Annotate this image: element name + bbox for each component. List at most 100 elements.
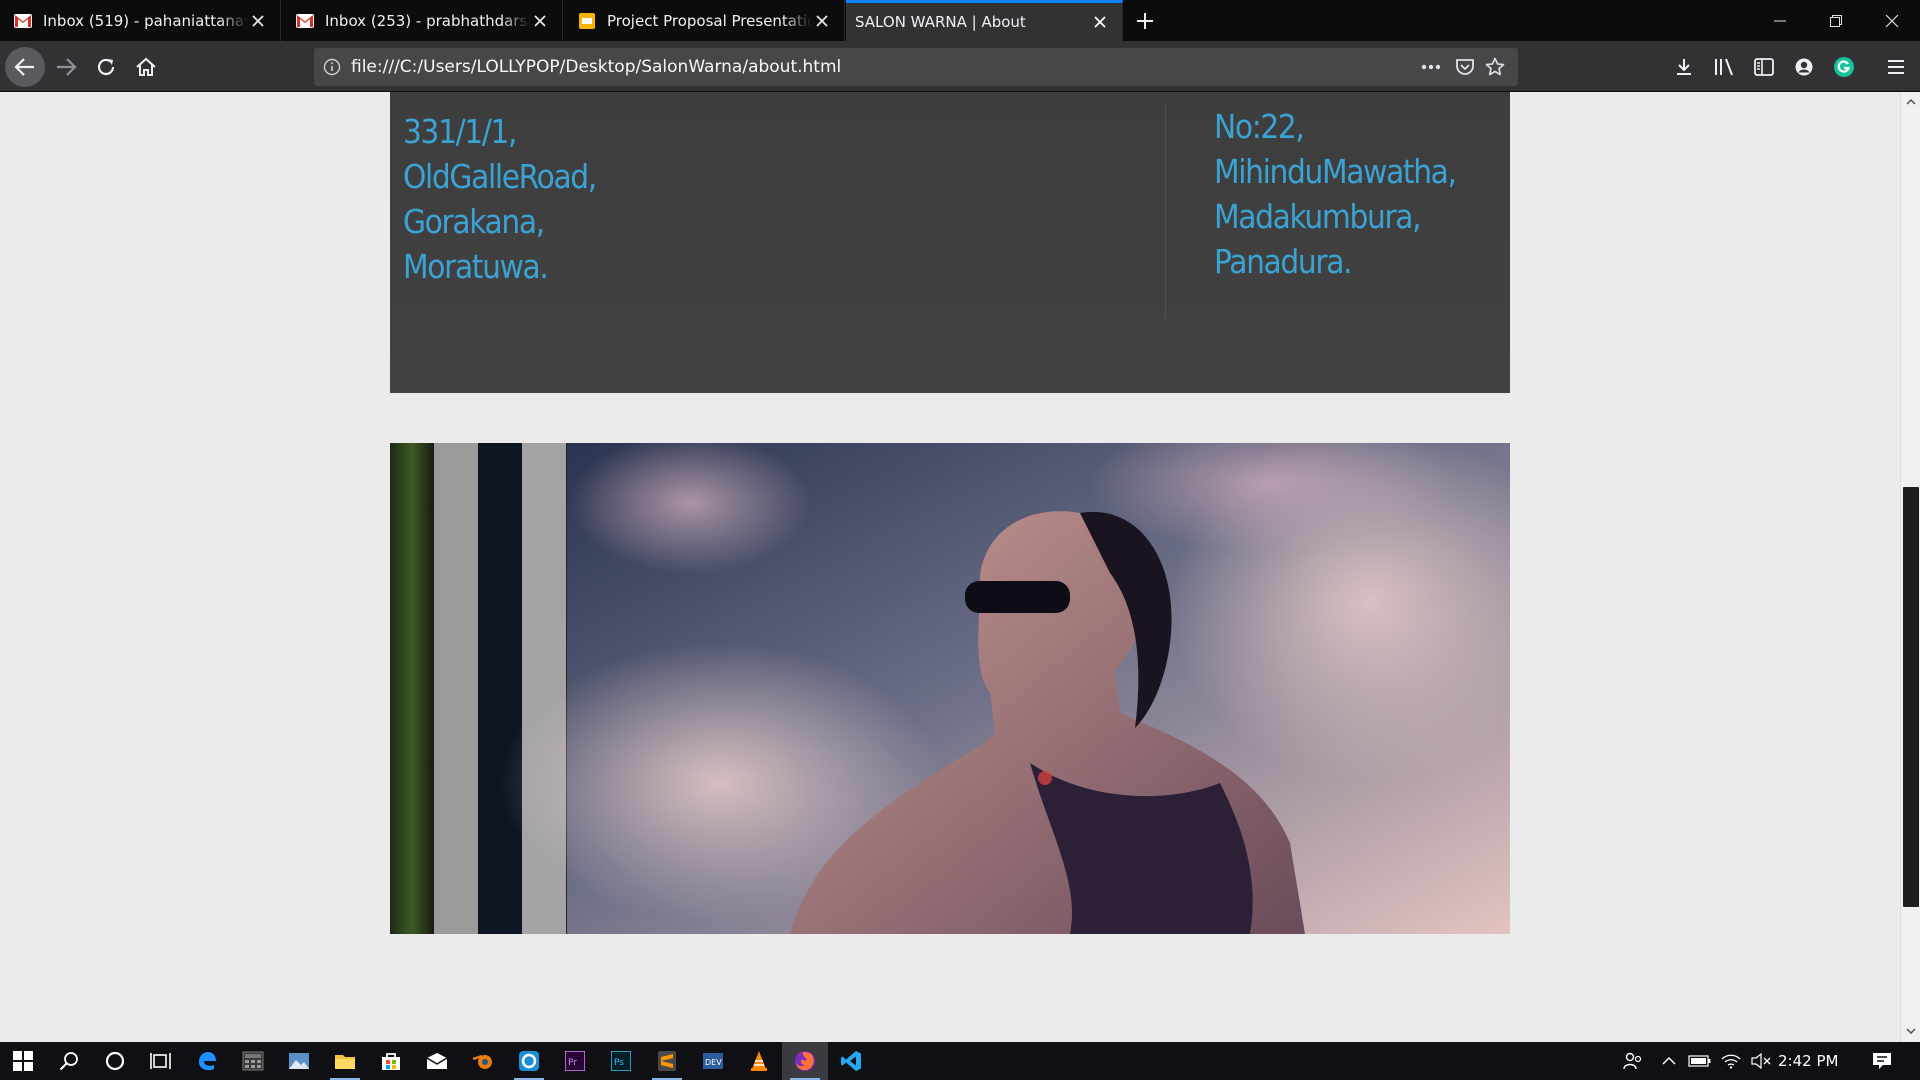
sidebar-icon[interactable] [1750,53,1778,81]
taskbar-calculator[interactable] [230,1042,276,1080]
forward-button[interactable] [46,47,86,87]
library-icon[interactable] [1710,53,1738,81]
volume-muted-icon[interactable] [1748,1042,1774,1080]
taskbar-edge[interactable] [184,1042,230,1080]
svg-text:Pr: Pr [568,1058,577,1068]
taskbar-vlc[interactable] [736,1042,782,1080]
tab-gmail-2[interactable]: Inbox (253) - prabhathdarshana@gmail.com [282,0,563,41]
opera-icon [519,1051,539,1071]
notifications-icon[interactable] [1864,1042,1900,1080]
taskbar-photoshop[interactable]: Ps [598,1042,644,1080]
vertical-scrollbar[interactable] [1900,92,1920,1042]
close-window-button[interactable] [1864,0,1920,41]
taskbar-opera[interactable] [506,1042,552,1080]
reload-button[interactable] [86,47,126,87]
tab-title: Inbox (519) - pahaniattanayake@gmail.com [43,11,248,30]
address-line: Madakumbura, [1214,197,1422,236]
new-tab-button[interactable] [1128,4,1162,38]
task-view-icon [150,1053,171,1069]
vscode-icon [841,1051,861,1071]
tab-title: SALON WARNA | About [855,13,1026,31]
blender-icon [472,1054,492,1069]
address-bar[interactable]: file:///C:/Users/LOLLYPOP/Desktop/SalonW… [314,48,1518,86]
close-tab-icon[interactable] [530,11,550,31]
svg-text:Ps: Ps [614,1058,624,1068]
download-icon[interactable] [1670,53,1698,81]
close-tab-icon[interactable] [1090,12,1110,32]
mail-icon [426,1053,448,1069]
people-icon[interactable] [1618,1042,1648,1080]
search-button[interactable] [46,1042,92,1080]
taskbar-firefox[interactable] [782,1042,828,1080]
pocket-icon[interactable] [1452,55,1478,79]
minimize-button[interactable] [1752,0,1808,41]
scroll-up-arrow-icon[interactable] [1901,93,1920,111]
photoshop-icon: Ps [611,1051,631,1071]
taskbar-mail[interactable] [414,1042,460,1080]
scrollbar-thumb[interactable] [1903,487,1919,907]
tab-google-slides[interactable]: Project Proposal Presentation - Google S… [564,0,845,41]
close-tab-icon[interactable] [248,11,268,31]
slider-image [390,443,1510,934]
back-button[interactable] [5,47,45,87]
taskbar-clock[interactable]: 2:42 PM [1778,1042,1838,1080]
chevron-up-icon[interactable] [1656,1042,1682,1080]
search-icon [59,1052,78,1071]
page-viewport: 331/1/1, OldGalleRoad, Gorakana, Moratuw… [0,92,1900,1042]
restore-button[interactable] [1808,0,1864,41]
task-view-button[interactable] [138,1042,184,1080]
account-icon[interactable] [1790,53,1818,81]
firefox-icon [795,1051,815,1071]
cortana-icon [105,1051,125,1071]
cortana-button[interactable] [92,1042,138,1080]
tab-salon-warna-about[interactable]: SALON WARNA | About [846,0,1123,41]
address-line: MihinduMawatha, [1214,152,1457,191]
taskbar-photos[interactable] [276,1042,322,1080]
address-line: Gorakana, [403,202,545,241]
calculator-icon [242,1051,264,1071]
taskbar-vscode[interactable] [828,1042,874,1080]
gmail-icon [14,12,32,30]
address-line: No:22, [1214,107,1305,146]
url-text[interactable]: file:///C:/Users/LOLLYPOP/Desktop/SalonW… [351,57,841,77]
gmail-icon [296,12,314,30]
clock-time: 2:42 PM [1778,1052,1839,1070]
taskbar-blender[interactable] [460,1042,506,1080]
close-icon [1885,14,1899,27]
page-actions-icon[interactable] [1418,55,1444,79]
address-line: 331/1/1, [403,112,517,151]
wifi-icon[interactable] [1718,1042,1744,1080]
navigation-toolbar: file:///C:/Users/LOLLYPOP/Desktop/SalonW… [0,41,1920,92]
hamburger-menu-icon[interactable] [1882,53,1910,81]
sublime-text-icon [658,1051,676,1071]
image-slider[interactable] [390,443,1510,934]
start-button[interactable] [0,1042,46,1080]
edge-icon [199,1052,216,1071]
taskbar-store[interactable] [368,1042,414,1080]
home-icon [136,57,156,76]
tab-gmail-1[interactable]: Inbox (519) - pahaniattanayake@gmail.com [0,0,281,41]
bookmark-star-icon[interactable] [1482,55,1508,79]
plus-icon [1137,13,1153,29]
photos-icon [289,1053,309,1069]
reload-icon [97,58,115,76]
address-divider [1165,104,1166,319]
minimize-icon [1774,20,1786,21]
taskbar-premiere[interactable]: Pr [552,1042,598,1080]
taskbar-sublime-text[interactable] [644,1042,690,1080]
address-line: Moratuwa. [403,247,549,286]
address-panadura: No:22, MihinduMawatha, Madakumbura, Pana… [1214,104,1457,284]
grammarly-icon[interactable] [1830,53,1858,81]
taskbar-file-explorer[interactable] [322,1042,368,1080]
svg-text:DEV: DEV [705,1058,722,1067]
scroll-down-arrow-icon[interactable] [1901,1022,1920,1040]
info-icon[interactable] [322,57,342,77]
arrow-right-icon [57,58,77,76]
dev-icon: DEV [703,1053,723,1069]
arrow-left-icon [14,58,34,76]
taskbar-dev[interactable]: DEV [690,1042,736,1080]
close-tab-icon[interactable] [812,11,832,31]
home-button[interactable] [126,47,166,87]
file-explorer-icon [335,1055,355,1069]
battery-icon[interactable] [1686,1042,1714,1080]
